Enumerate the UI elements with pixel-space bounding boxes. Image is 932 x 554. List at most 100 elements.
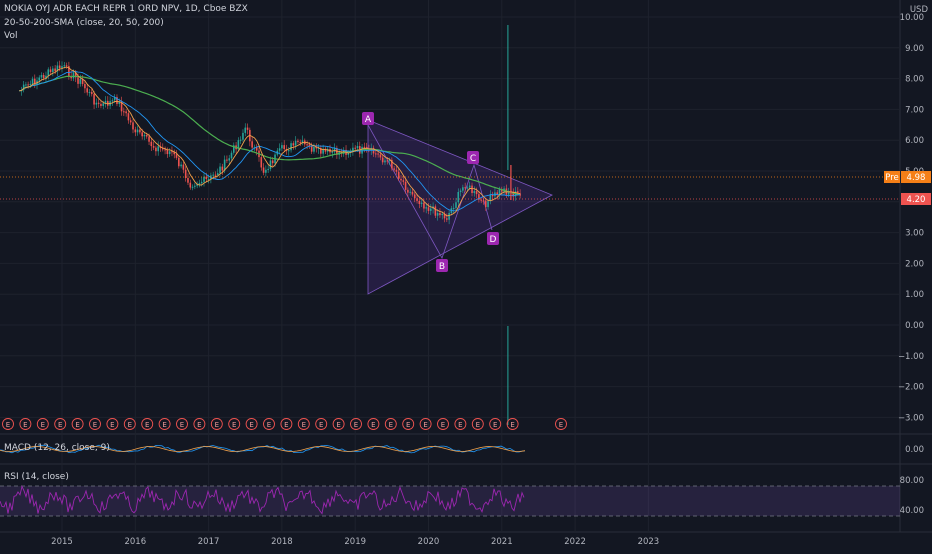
candle-body[interactable]: [63, 65, 66, 67]
candle-body[interactable]: [278, 148, 281, 151]
candle-body[interactable]: [191, 186, 194, 188]
candle-body[interactable]: [139, 129, 141, 133]
candle-body[interactable]: [152, 146, 155, 148]
candle-body[interactable]: [420, 202, 423, 204]
candle-body[interactable]: [84, 84, 86, 89]
candle-body[interactable]: [239, 139, 242, 141]
candle-body[interactable]: [313, 146, 315, 152]
candle-body[interactable]: [411, 191, 414, 195]
candle-body[interactable]: [375, 153, 377, 155]
chart-area[interactable]: EEEEEEEEEEEEEEEEEEEEEEEEEEEEEEE A B C D …: [0, 0, 932, 550]
candle-body[interactable]: [400, 178, 402, 181]
candle-body[interactable]: [129, 120, 132, 123]
candle-body[interactable]: [464, 187, 466, 189]
candle-body[interactable]: [194, 185, 196, 187]
candle-body[interactable]: [226, 159, 228, 161]
candle-body[interactable]: [482, 200, 485, 202]
candle-body[interactable]: [409, 191, 411, 193]
candle-body[interactable]: [100, 103, 102, 106]
candle-body[interactable]: [111, 100, 114, 102]
candle-body[interactable]: [134, 129, 137, 133]
candle-body[interactable]: [491, 194, 494, 197]
candle-body[interactable]: [354, 147, 356, 149]
candle-body[interactable]: [377, 153, 379, 155]
candle-body[interactable]: [260, 157, 263, 168]
candle-body[interactable]: [439, 213, 441, 216]
candle-body[interactable]: [441, 213, 444, 216]
candle-body[interactable]: [136, 129, 139, 133]
candle-body[interactable]: [27, 84, 29, 86]
symbol-legend[interactable]: NOKIA OYJ ADR EACH REPR 1 ORD NPV, 1D, C…: [4, 4, 248, 14]
candle-body[interactable]: [123, 111, 125, 113]
candle-body[interactable]: [418, 200, 421, 204]
candle-body[interactable]: [65, 65, 68, 67]
candle-body[interactable]: [88, 92, 91, 94]
candle-body[interactable]: [265, 169, 267, 173]
candle-body[interactable]: [93, 94, 95, 105]
candle-body[interactable]: [425, 207, 428, 209]
candle-body[interactable]: [452, 207, 455, 209]
candle-body[interactable]: [292, 143, 295, 146]
candle-body[interactable]: [216, 173, 219, 175]
sma-legend[interactable]: 20-50-200-SMA (close, 20, 50, 200): [4, 18, 164, 28]
candle-body[interactable]: [484, 200, 487, 208]
candle-body[interactable]: [125, 111, 127, 114]
candle-body[interactable]: [397, 171, 400, 179]
candle-body[interactable]: [480, 199, 482, 201]
candle-body[interactable]: [219, 166, 221, 174]
candle-body[interactable]: [423, 202, 425, 209]
candle-body[interactable]: [471, 185, 473, 193]
candle-body[interactable]: [246, 127, 249, 130]
candle-body[interactable]: [244, 127, 247, 133]
candle-body[interactable]: [395, 169, 398, 172]
candle-body[interactable]: [145, 134, 148, 137]
candle-body[interactable]: [148, 136, 150, 142]
rsi-legend[interactable]: RSI (14, close): [4, 472, 69, 482]
candle-body[interactable]: [200, 181, 203, 184]
candle-body[interactable]: [40, 74, 43, 78]
candle-body[interactable]: [404, 181, 407, 190]
candle-body[interactable]: [214, 174, 217, 176]
candle-body[interactable]: [436, 213, 439, 216]
candle-body[interactable]: [49, 69, 52, 73]
candle-body[interactable]: [54, 68, 56, 72]
candle-body[interactable]: [446, 218, 448, 220]
candle-body[interactable]: [386, 160, 389, 162]
candle-body[interactable]: [466, 187, 469, 189]
candle-body[interactable]: [157, 146, 160, 152]
candle-body[interactable]: [393, 168, 395, 170]
candle-body[interactable]: [42, 74, 45, 79]
candle-body[interactable]: [95, 102, 98, 105]
candle-body[interactable]: [77, 77, 79, 84]
candle-body[interactable]: [251, 141, 253, 148]
candle-body[interactable]: [242, 132, 244, 140]
candle-body[interactable]: [331, 151, 334, 153]
candle-body[interactable]: [384, 160, 386, 163]
candle-body[interactable]: [475, 191, 478, 195]
candle-body[interactable]: [267, 168, 269, 170]
candle-body[interactable]: [434, 206, 437, 216]
candle-body[interactable]: [182, 164, 185, 170]
candle-body[interactable]: [127, 113, 130, 121]
candle-body[interactable]: [178, 157, 180, 167]
candle-body[interactable]: [25, 84, 27, 86]
candle-body[interactable]: [198, 183, 201, 185]
candle-body[interactable]: [429, 208, 432, 211]
candle-body[interactable]: [457, 191, 460, 203]
pattern-label-b[interactable]: B: [436, 259, 448, 272]
candle-body[interactable]: [52, 68, 54, 73]
candle-body[interactable]: [381, 157, 384, 163]
candle-body[interactable]: [271, 160, 274, 164]
candle-body[interactable]: [363, 146, 366, 148]
candle-body[interactable]: [269, 160, 272, 169]
candle-body[interactable]: [407, 189, 409, 193]
candle-body[interactable]: [58, 65, 61, 68]
candle-body[interactable]: [290, 143, 292, 151]
volume-legend[interactable]: Vol: [4, 31, 17, 41]
candle-body[interactable]: [150, 141, 153, 147]
candle-body[interactable]: [306, 144, 308, 146]
candle-body[interactable]: [164, 149, 166, 151]
candle-body[interactable]: [143, 134, 146, 137]
macd-legend[interactable]: MACD (12, 26, close, 9): [4, 443, 110, 453]
candle-body[interactable]: [299, 142, 302, 144]
